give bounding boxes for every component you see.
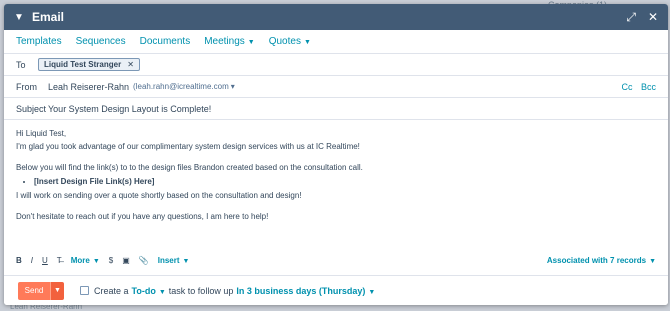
close-icon[interactable]: ✕: [648, 11, 658, 23]
caret-down-icon: ▼: [158, 288, 166, 296]
chevron-down-icon[interactable]: ▼: [14, 12, 28, 23]
to-row: To Liquid Test Stranger ✕: [4, 54, 668, 76]
due-date-dropdown[interactable]: In 3 business days (Thursday) ▼: [236, 286, 375, 296]
body-line: Below you will find the link(s) to to th…: [16, 163, 363, 172]
templates-link[interactable]: Templates: [16, 36, 62, 47]
more-label: More: [70, 255, 90, 265]
modal-header: ▼ Email ⤢ ✕: [4, 4, 668, 30]
expand-icon[interactable]: ⤢: [626, 11, 636, 23]
email-composer-modal: ▼ Email ⤢ ✕ Templates Sequences Document…: [4, 4, 668, 305]
italic-button[interactable]: I: [31, 256, 33, 265]
caret-down-icon: ▼: [303, 39, 311, 46]
recipient-chip[interactable]: Liquid Test Stranger ✕: [38, 58, 140, 71]
due-date-label: In 3 business days (Thursday): [236, 285, 366, 296]
task-type-dropdown[interactable]: To-do ▼: [132, 286, 166, 296]
cc-link[interactable]: Cc: [621, 82, 632, 92]
insert-label: Insert: [157, 255, 180, 265]
attachment-icon[interactable]: 📎: [139, 256, 149, 265]
from-name[interactable]: Leah Reiserer-Rahn: [48, 82, 129, 92]
caret-down-icon: ▼: [92, 257, 100, 265]
documents-link[interactable]: Documents: [140, 36, 191, 47]
subject-label: Subject: [16, 103, 47, 114]
caret-down-icon: ▼: [182, 257, 190, 265]
body-line: I will work on sending over a quote shor…: [16, 191, 302, 200]
to-label: To: [16, 59, 26, 70]
modal-title: Email: [32, 10, 65, 24]
body-line: Don't hesitate to reach out if you have …: [16, 212, 269, 221]
sequences-link[interactable]: Sequences: [76, 36, 126, 47]
caret-down-icon: ▼: [368, 288, 376, 296]
caret-down-icon: ▼: [649, 257, 656, 265]
quotes-label: Quotes: [268, 36, 301, 47]
send-options-caret-icon[interactable]: ▼: [50, 281, 64, 300]
create-task-checkbox[interactable]: [80, 286, 89, 295]
recipient-name: Liquid Test Stranger: [44, 60, 122, 69]
body-bullet-item: [Insert Design File Link(s) Here]: [34, 176, 656, 187]
composer-footer: Send ▼ Create a To-do ▼ task to follow up…: [4, 275, 668, 305]
associated-label: Associated with 7 records: [546, 255, 647, 265]
from-label: From: [16, 81, 37, 92]
more-dropdown[interactable]: More ▼: [71, 256, 100, 265]
meetings-dropdown[interactable]: Meetings ▼: [204, 36, 255, 47]
clear-format-button[interactable]: T̶: [57, 256, 62, 265]
snippet-icon[interactable]: $: [109, 256, 113, 265]
subject-row: Subject Your System Design Layout is Com…: [4, 98, 668, 120]
send-button-group: Send ▼: [18, 281, 64, 300]
rich-text-toolbar: B I U T̶ More ▼ $ ▣ 📎 Insert ▼ Associated …: [4, 252, 668, 268]
email-body-editor[interactable]: Hi Liquid Test, I'm glad you took advant…: [4, 120, 668, 250]
composer-toolbar: Templates Sequences Documents Meetings ▼ …: [4, 30, 668, 54]
bcc-link[interactable]: Bcc: [641, 82, 656, 92]
image-icon[interactable]: ▣: [122, 256, 130, 265]
create-a-label: Create a: [94, 285, 129, 296]
from-email[interactable]: (leah.rahn@icrealtime.com: [133, 82, 229, 91]
body-bullet-list: [Insert Design File Link(s) Here]: [34, 176, 656, 187]
task-follow-up-label: task to follow up: [168, 285, 234, 296]
insert-dropdown[interactable]: Insert ▼: [158, 256, 190, 265]
body-greeting: Hi Liquid Test,: [16, 129, 67, 138]
caret-down-icon: ▼: [247, 39, 255, 46]
from-row: From Leah Reiserer-Rahn (leah.rahn@icrea…: [4, 76, 668, 98]
bold-button[interactable]: B: [16, 256, 22, 265]
remove-recipient-icon[interactable]: ✕: [127, 60, 134, 69]
underline-button[interactable]: U: [42, 256, 48, 265]
meetings-label: Meetings: [204, 36, 245, 47]
subject-input[interactable]: Your System Design Layout is Complete!: [48, 104, 211, 114]
from-dropdown-caret-icon[interactable]: ▾: [231, 82, 235, 91]
quotes-dropdown[interactable]: Quotes ▼: [269, 36, 311, 47]
associated-records-dropdown[interactable]: Associated with 7 records ▼: [547, 256, 656, 265]
cc-bcc-links: Cc Bcc: [615, 82, 656, 92]
task-type-label: To-do: [131, 285, 156, 296]
send-button[interactable]: Send: [18, 281, 50, 300]
body-line: I'm glad you took advantage of our compl…: [16, 142, 360, 151]
